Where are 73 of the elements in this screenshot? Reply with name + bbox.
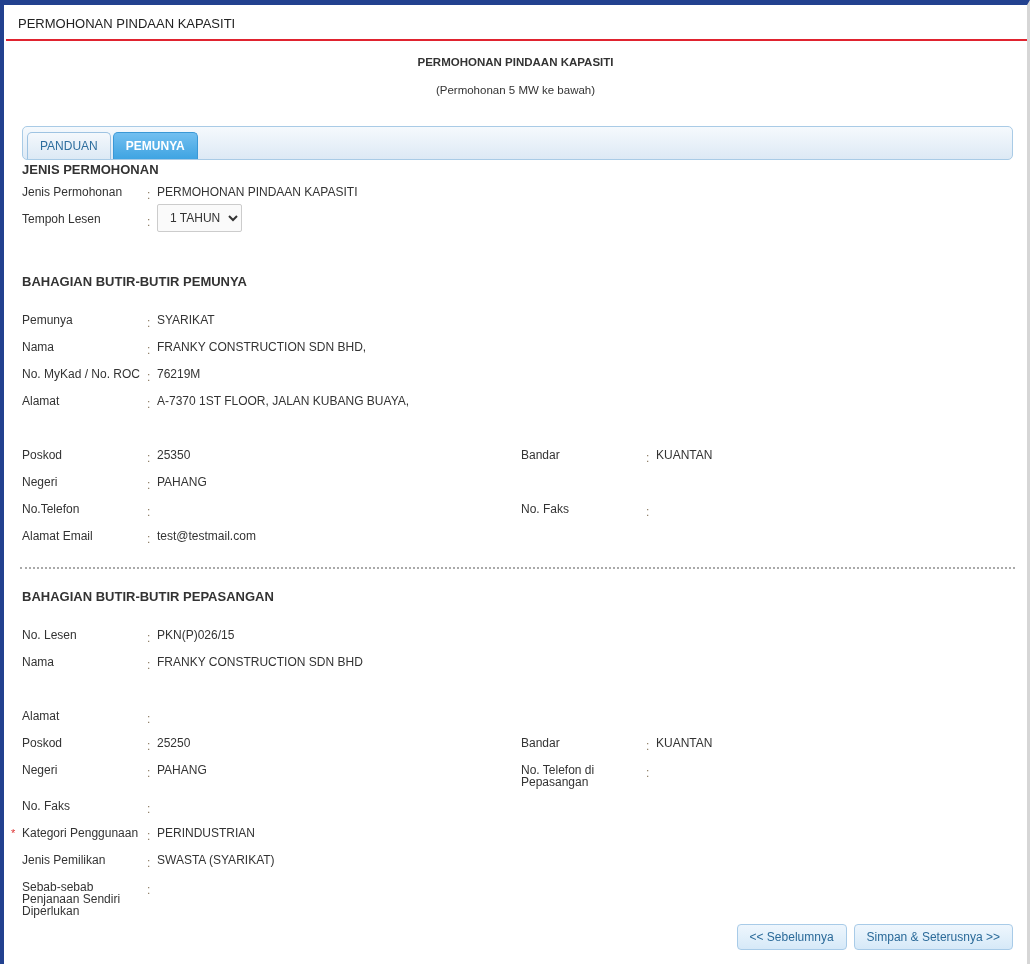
field-label: Bandar bbox=[521, 735, 561, 749]
field-label: Sebab-sebab Penjanaan Sendiri Diperlukan bbox=[22, 879, 122, 917]
field-label: Bandar bbox=[521, 447, 561, 461]
field-label: No. Telefon di Pepasangan bbox=[521, 762, 596, 788]
previous-button[interactable]: << Sebelumnya bbox=[736, 924, 847, 950]
field-label: No.Telefon bbox=[22, 501, 81, 515]
colon-separator: : bbox=[646, 738, 651, 752]
tempoh-dropdown[interactable]: 1 TAHUN bbox=[157, 204, 242, 232]
section-heading: BAHAGIAN BUTIR-BUTIR PEPASANGAN bbox=[22, 589, 275, 604]
tab[interactable]: PANDUAN bbox=[27, 132, 111, 159]
field-label: Negeri bbox=[22, 474, 59, 488]
field-value: SYARIKAT bbox=[157, 312, 216, 327]
colon-separator: : bbox=[147, 369, 152, 383]
field-label: No. Faks bbox=[22, 798, 71, 812]
field-label: Pemunya bbox=[22, 312, 74, 326]
field-value: PERMOHONAN PINDAAN KAPASITI bbox=[157, 184, 359, 199]
field-label: Alamat bbox=[22, 393, 61, 407]
field-label: No. MyKad / No. ROC bbox=[22, 366, 142, 380]
field-value: A-7370 1ST FLOOR, JALAN KUBANG BUAYA, bbox=[157, 393, 411, 408]
field-label: No. Lesen bbox=[22, 627, 78, 641]
colon-separator: : bbox=[147, 882, 152, 896]
section-heading: JENIS PERMOHONAN bbox=[22, 162, 160, 177]
field-label: Nama bbox=[22, 339, 55, 353]
section-heading: BAHAGIAN BUTIR-BUTIR PEMUNYA bbox=[22, 274, 248, 289]
colon-separator: : bbox=[147, 711, 152, 725]
colon-separator: : bbox=[646, 765, 651, 779]
field-value: SWASTA (SYARIKAT) bbox=[157, 852, 276, 867]
colon-separator: : bbox=[147, 450, 152, 464]
field-label: Poskod bbox=[22, 735, 64, 749]
field-value: PERINDUSTRIAN bbox=[157, 825, 256, 840]
field-value: test@testmail.com bbox=[157, 528, 257, 543]
field-value: PAHANG bbox=[157, 474, 208, 489]
form-title: PERMOHONAN PINDAAN KAPASITI bbox=[417, 56, 614, 68]
field-value: 76219M bbox=[157, 366, 202, 381]
colon-separator: : bbox=[147, 396, 152, 410]
field-label: Tempoh Lesen bbox=[22, 211, 102, 225]
colon-separator: : bbox=[147, 657, 152, 671]
colon-separator: : bbox=[147, 504, 152, 518]
colon-separator: : bbox=[147, 630, 152, 644]
save-next-button[interactable]: Simpan & Seterusnya >> bbox=[853, 924, 1013, 950]
required-marker: * bbox=[11, 827, 16, 839]
colon-separator: : bbox=[147, 828, 152, 842]
colon-separator: : bbox=[147, 342, 152, 356]
colon-separator: : bbox=[147, 214, 152, 228]
form-subtitle: (Permohonan 5 MW ke bawah) bbox=[435, 84, 596, 96]
field-label: Jenis Pemilikan bbox=[22, 852, 107, 866]
field-value: KUANTAN bbox=[656, 735, 714, 750]
field-label: Alamat Email bbox=[22, 528, 94, 542]
colon-separator: : bbox=[147, 531, 152, 545]
field-value: KUANTAN bbox=[656, 447, 714, 462]
colon-separator: : bbox=[646, 450, 651, 464]
field-value: 25250 bbox=[157, 735, 192, 750]
field-label: Negeri bbox=[22, 762, 59, 776]
field-value: PAHANG bbox=[157, 762, 208, 777]
field-label: No. Faks bbox=[521, 501, 570, 515]
field-label: Kategori Penggunaan bbox=[22, 825, 140, 839]
field-label: Nama bbox=[22, 654, 55, 668]
field-value: FRANKY CONSTRUCTION SDN BHD bbox=[157, 654, 364, 669]
colon-separator: : bbox=[646, 504, 651, 518]
field-value: FRANKY CONSTRUCTION SDN BHD, bbox=[157, 339, 368, 354]
page-title: PERMOHONAN PINDAAN KAPASITI bbox=[6, 5, 1027, 41]
field-label: Jenis Permohonan bbox=[22, 184, 124, 198]
field-label: Alamat bbox=[22, 708, 61, 722]
colon-separator: : bbox=[147, 801, 152, 815]
colon-separator: : bbox=[147, 477, 152, 491]
colon-separator: : bbox=[147, 855, 152, 869]
colon-separator: : bbox=[147, 187, 152, 201]
field-value: PKN(P)026/15 bbox=[157, 627, 236, 642]
colon-separator: : bbox=[147, 765, 152, 779]
colon-separator: : bbox=[147, 738, 152, 752]
colon-separator: : bbox=[147, 315, 152, 329]
field-value: 25350 bbox=[157, 447, 192, 462]
field-label: Poskod bbox=[22, 447, 64, 461]
